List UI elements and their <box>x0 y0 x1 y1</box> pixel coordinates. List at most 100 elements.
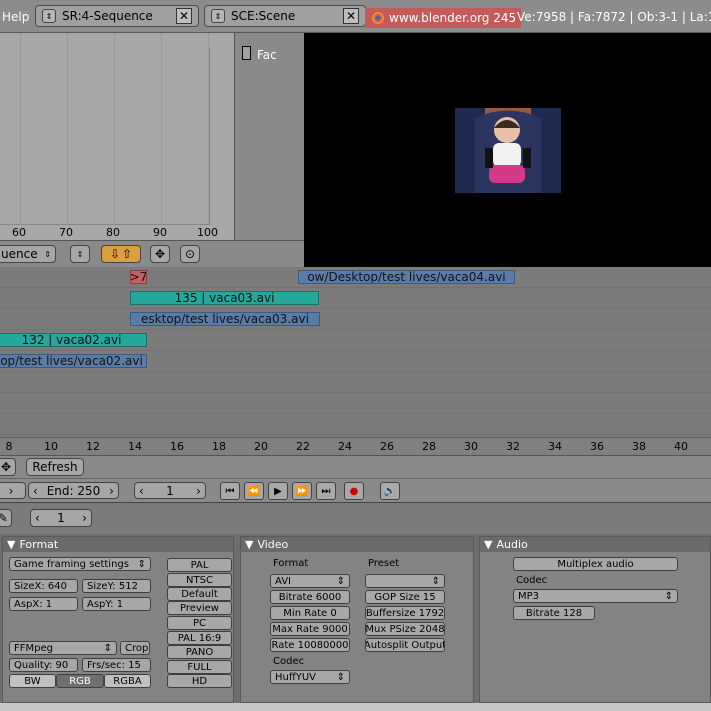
chevron-updown-icon: ⇕ <box>336 575 345 587</box>
move-view-icon[interactable]: ✥ <box>150 245 170 263</box>
subcontext-field[interactable]: ‹ 1 › <box>30 509 92 527</box>
updown-select-icon[interactable]: ⇕ <box>70 245 90 263</box>
video-panel-header[interactable]: ▼ Video <box>241 537 473 552</box>
chevron-updown-icon[interactable]: ⇕ <box>211 9 225 23</box>
zoom-lock-icon[interactable]: ⊙ <box>180 245 200 263</box>
fps-field[interactable]: Frs/sec: 15 <box>82 658 151 672</box>
fac-channel-checkbox[interactable] <box>242 46 251 60</box>
collapse-arrow-icon[interactable]: ▼ <box>484 538 492 551</box>
audio-sync-icon[interactable]: 🔈 <box>380 482 400 500</box>
video-codec-select[interactable]: HuffYUV ⇕ <box>270 670 350 684</box>
scene-selector[interactable]: ⇕ SCE:Scene ✕ <box>204 5 366 27</box>
delete-screen-icon[interactable]: ✕ <box>176 8 192 24</box>
current-frame-field[interactable]: ‹ 1 › <box>134 482 206 499</box>
audio-codec-select[interactable]: MP3 ⇕ <box>513 589 678 603</box>
record-icon[interactable]: ● <box>344 482 364 500</box>
container-select[interactable]: FFMpeg ⇕ <box>9 641 117 655</box>
preset-pal[interactable]: PAL <box>167 558 232 572</box>
preset-full[interactable]: FULL <box>167 660 232 674</box>
preset-pc[interactable]: PC <box>167 616 232 630</box>
strip-vaca02-meta[interactable]: 132 | vaca02.avi <box>0 333 147 347</box>
ipo-type-select[interactable]: uence ⇕ <box>0 245 56 263</box>
quality-field[interactable]: Quality: 90 <box>9 658 78 672</box>
sizey-label: SizeY: 512 <box>87 580 138 592</box>
gop-size-field[interactable]: GOP Size 15 <box>365 590 445 604</box>
ipo-type-label[interactable]: uence <box>1 247 38 261</box>
rgba-label: RGBA <box>113 675 142 687</box>
bw-mode-button[interactable]: BW <box>9 674 56 688</box>
multiplex-audio-toggle[interactable]: Multiplex audio <box>513 557 678 571</box>
rate-field[interactable]: Rate 10080000 <box>270 638 350 652</box>
preset-pano[interactable]: PANO <box>167 645 232 659</box>
buffersize-label: Buffersize 1792 <box>365 607 445 619</box>
refresh-button[interactable]: Refresh <box>26 458 84 476</box>
rgb-mode-button[interactable]: RGB <box>56 674 104 688</box>
preset-default[interactable]: Default <box>167 587 232 601</box>
buffersize-field[interactable]: Buffersize 1792 <box>365 606 445 620</box>
video-preset-select[interactable]: ⇕ <box>365 574 445 588</box>
jump-end-icon[interactable]: ⏭ <box>316 482 336 500</box>
ruler-tick: 36 <box>590 440 604 453</box>
strip-vaca03-movie[interactable]: esktop/test lives/vaca03.avi <box>130 312 320 326</box>
autosplit-toggle[interactable]: Autosplit Output <box>365 638 445 652</box>
video-format-select[interactable]: AVI ⇕ <box>270 574 350 588</box>
aspx-field[interactable]: AspX: 1 <box>9 597 78 611</box>
ipo-graph-view[interactable]: 60 70 80 90 100 <box>0 33 234 240</box>
start-frame-field[interactable]: › <box>0 482 26 499</box>
sequencer-timeline[interactable]: >7 ow/Desktop/test lives/vaca04.avi 135 … <box>0 267 711 439</box>
screen-selector[interactable]: ⇕ SR:4-Sequence ✕ <box>35 5 199 27</box>
strip-vaca02-movie[interactable]: op/test lives/vaca02.avi <box>0 354 147 368</box>
key-up-down-button[interactable]: ⇩ ⇧ <box>101 245 141 263</box>
preset-hd[interactable]: HD <box>167 674 232 688</box>
crop-toggle[interactable]: Crop <box>120 641 150 655</box>
bitrate-field[interactable]: Bitrate 6000 <box>270 590 350 604</box>
current-frame-value: 1 <box>166 483 174 498</box>
preset-ntsc[interactable]: NTSC <box>167 573 232 587</box>
end-frame-label: End: 250 <box>46 483 101 498</box>
audio-bitrate-field[interactable]: Bitrate 128 <box>513 606 595 620</box>
collapse-arrow-icon[interactable]: ▼ <box>7 538 15 551</box>
help-menu[interactable]: Help <box>2 10 29 24</box>
preset-label: PAL 16:9 <box>177 632 222 644</box>
chevron-updown-icon[interactable]: ⇕ <box>42 9 56 23</box>
delete-scene-icon[interactable]: ✕ <box>343 8 359 24</box>
end-frame-field[interactable]: ‹ End: 250 › <box>28 482 119 499</box>
ruler-tick: 38 <box>632 440 646 453</box>
marker-strip[interactable]: >7 <box>130 270 147 284</box>
strip-vaca03-meta[interactable]: 135 | vaca03.avi <box>130 291 319 305</box>
sizex-field[interactable]: SizeX: 640 <box>9 579 78 593</box>
screen-name[interactable]: SR:4-Sequence <box>62 9 170 23</box>
graph-tick: 100 <box>197 226 218 239</box>
rgba-mode-button[interactable]: RGBA <box>104 674 151 688</box>
arrow-left-icon: ‹ <box>33 483 38 498</box>
blender-link[interactable]: www.blender.org 245 <box>365 8 522 28</box>
arrow-up-icon: ⇧ <box>122 247 133 261</box>
prev-key-icon[interactable]: ⏪ <box>244 482 264 500</box>
collapse-arrow-icon[interactable]: ▼ <box>245 538 253 551</box>
audio-panel-header[interactable]: ▼ Audio <box>480 537 710 552</box>
jump-start-icon[interactable]: ⏮ <box>220 482 240 500</box>
move-view-icon[interactable]: ✥ <box>0 458 16 476</box>
frame-ruler[interactable]: 8 10 12 14 16 18 20 22 24 26 28 30 32 34… <box>0 437 711 455</box>
play-icon[interactable]: ▶ <box>268 482 288 500</box>
video-preset-label: Preset <box>368 558 400 569</box>
chevron-updown-icon[interactable]: ⇕ <box>44 250 51 259</box>
next-key-icon[interactable]: ⏩ <box>292 482 312 500</box>
aspy-field[interactable]: AspY: 1 <box>82 597 151 611</box>
blender-url[interactable]: www.blender.org 245 <box>389 11 516 25</box>
strip-vaca04[interactable]: ow/Desktop/test lives/vaca04.avi <box>298 270 515 284</box>
sizey-field[interactable]: SizeY: 512 <box>82 579 151 593</box>
mux-psize-field[interactable]: Mux PSize 2048 <box>365 622 445 636</box>
format-preset-select[interactable]: Game framing settings ⇕ <box>9 557 151 571</box>
preset-label: FULL <box>187 661 212 673</box>
scene-name[interactable]: SCE:Scene <box>231 9 337 23</box>
min-rate-field[interactable]: Min Rate 0 <box>270 606 350 620</box>
pencil-icon[interactable]: ✎ <box>0 509 12 527</box>
preset-pal-169[interactable]: PAL 16:9 <box>167 631 232 645</box>
video-panel: ▼ Video Format Preset AVI ⇕ ⇕ Bitrate 6000… <box>240 536 474 703</box>
min-rate-label: Min Rate 0 <box>283 607 337 619</box>
max-rate-field[interactable]: Max Rate 9000 <box>270 622 350 636</box>
preset-preview[interactable]: Preview <box>167 601 232 615</box>
format-panel-header[interactable]: ▼ Format <box>3 537 233 552</box>
format-panel: ▼ Format Game framing settings ⇕ SizeX: 64… <box>2 536 234 703</box>
